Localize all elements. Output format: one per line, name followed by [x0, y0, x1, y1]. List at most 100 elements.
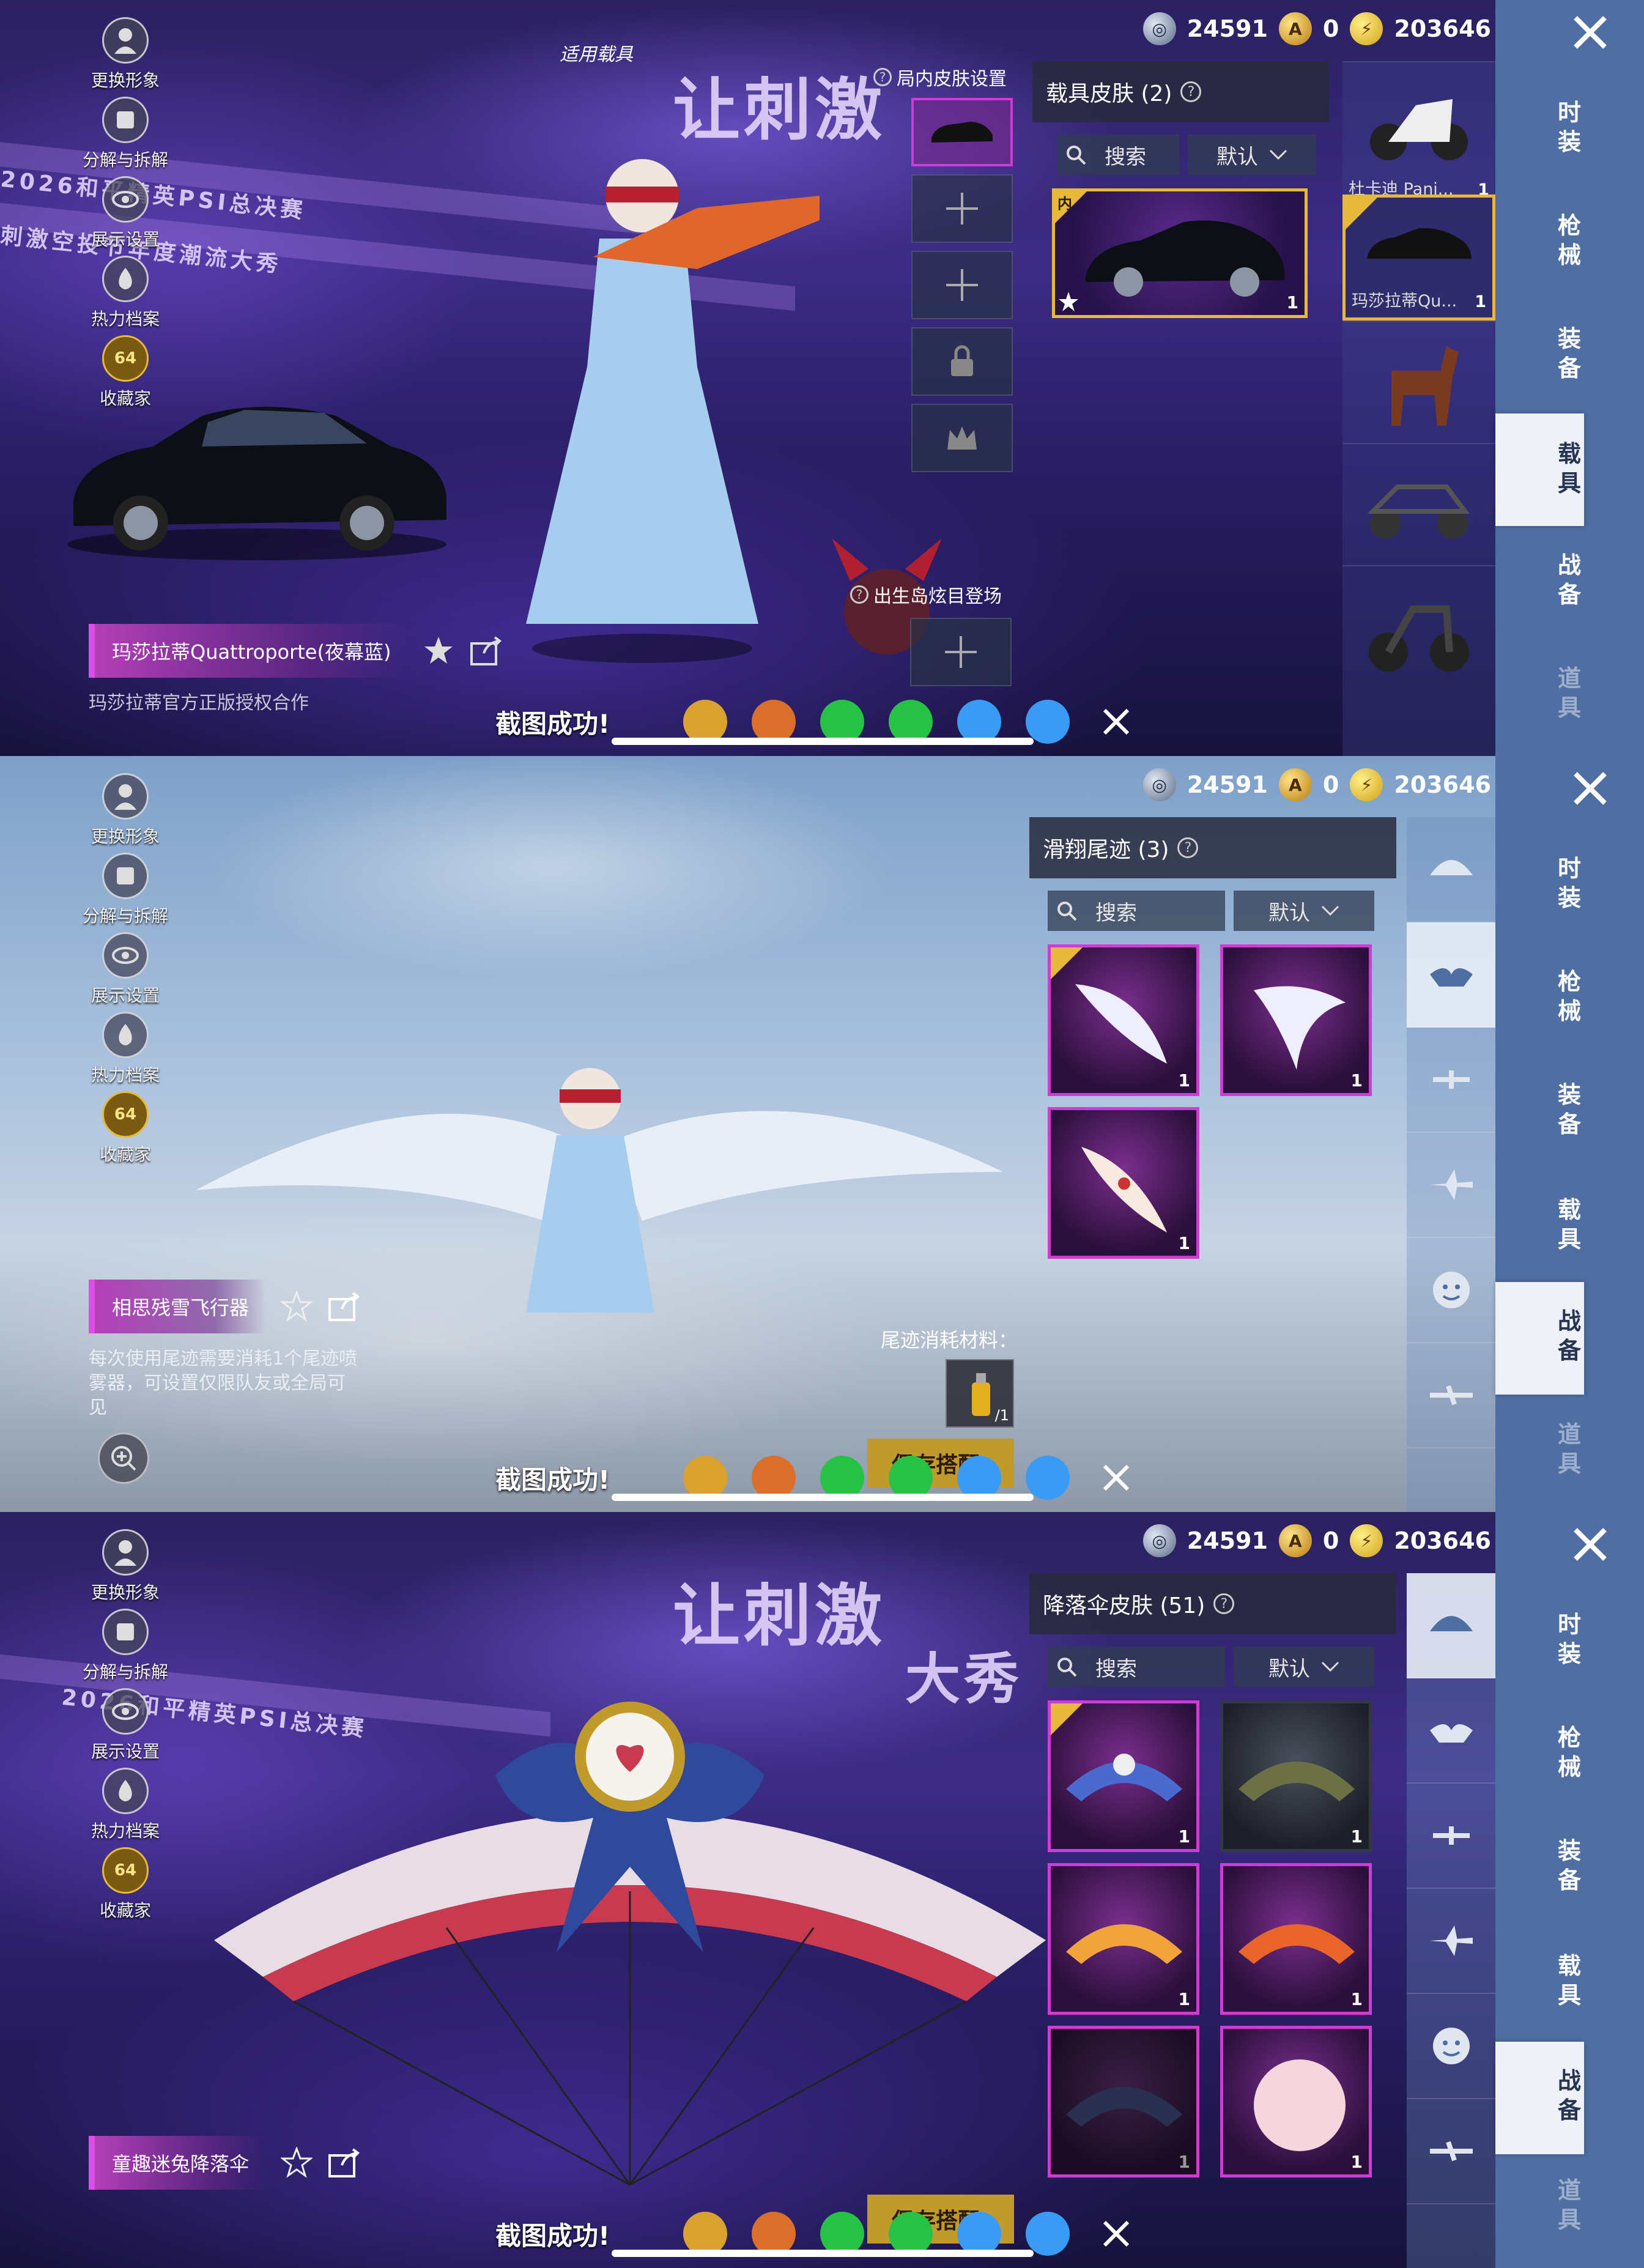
disassemble-button[interactable]: 分解与拆解 [67, 97, 183, 176]
category-drone[interactable] [1407, 1028, 1495, 1133]
close-share-button[interactable] [1094, 2212, 1138, 2256]
category-emote[interactable] [1407, 1994, 1495, 2099]
tab-vehicles[interactable]: 载具 [1553, 439, 1585, 498]
vehicle-skin-card[interactable]: 内 1 [1052, 188, 1308, 318]
help-icon[interactable]: ? [1180, 81, 1202, 102]
heat-profile-button[interactable]: 热力档案 [67, 1768, 183, 1847]
tab-props[interactable]: 道具 [1553, 1420, 1585, 1478]
category-plane[interactable] [1407, 1889, 1495, 1994]
tab-combat-gear[interactable]: 战备 [1553, 550, 1585, 609]
slot-locked[interactable] [911, 327, 1013, 396]
ingame-skin-settings-link[interactable]: ? 局内皮肤设置 [873, 64, 1007, 91]
display-settings-button[interactable]: 展示设置 [67, 176, 183, 256]
heat-profile-button[interactable]: 热力档案 [67, 1012, 183, 1091]
share-icon[interactable] [469, 635, 503, 667]
trail-card[interactable]: 1 [1048, 944, 1199, 1096]
tab-combat-gear[interactable]: 战备 [1553, 2066, 1585, 2125]
trail-card[interactable]: 1 [1220, 944, 1372, 1096]
collector-button[interactable]: 64 收藏家 [67, 1847, 183, 1927]
vehicle-skin-screen: 让刺激 2026和平精英PSI总决赛 刺激空投节年度潮流大秀 更换形象 分解与拆… [0, 0, 1644, 756]
category-emote[interactable] [1407, 1238, 1495, 1343]
display-settings-button[interactable]: 展示设置 [67, 1688, 183, 1768]
parachute-card[interactable]: 1 [1048, 2026, 1199, 2177]
search-input[interactable]: 搜索 [1048, 1647, 1225, 1687]
vehicle-motorbike[interactable]: 杜卡迪 Pani... 1 [1342, 61, 1495, 206]
trail-card[interactable]: 1 [1048, 1107, 1199, 1259]
category-drone[interactable] [1407, 1784, 1495, 1889]
qzone-icon[interactable] [1026, 1456, 1070, 1500]
category-parachute[interactable] [1407, 1573, 1495, 1678]
help-icon[interactable]: ? [1177, 837, 1199, 858]
change-avatar-button[interactable]: 更换形象 [67, 1529, 183, 1609]
category-plane[interactable] [1407, 1133, 1495, 1238]
tab-vehicles[interactable]: 载具 [1553, 1195, 1585, 1254]
tab-weapons[interactable]: 枪械 [1553, 967, 1585, 1026]
material-slot[interactable]: /1 [946, 1359, 1014, 1428]
close-button[interactable] [1567, 768, 1613, 809]
vehicle-dirtbike[interactable] [1342, 565, 1495, 687]
heat-profile-button[interactable]: 热力档案 [67, 256, 183, 335]
zoom-button[interactable] [98, 1432, 149, 1484]
category-aircraft[interactable] [1407, 2099, 1495, 2204]
qzone-icon[interactable] [1026, 700, 1070, 744]
star-icon[interactable] [423, 635, 454, 667]
category-glide-trail[interactable] [1407, 1678, 1495, 1784]
parachute-card[interactable]: 1 [1220, 1700, 1372, 1852]
star-icon[interactable] [281, 2147, 313, 2179]
sort-dropdown[interactable]: 默认 [1234, 891, 1374, 931]
qzone-icon[interactable] [1026, 2212, 1070, 2256]
star-icon[interactable] [281, 1291, 313, 1322]
close-share-button[interactable] [1094, 700, 1138, 744]
close-button[interactable] [1567, 12, 1613, 53]
share-icon[interactable] [327, 2147, 361, 2179]
parachute-card[interactable]: 1 [1048, 1863, 1199, 2015]
bolt-coin-icon: ⚡ [1350, 12, 1383, 45]
slot-entrance[interactable] [910, 618, 1012, 686]
change-avatar-button[interactable]: 更换形象 [67, 773, 183, 853]
category-parachute[interactable] [1407, 817, 1495, 922]
disassemble-button[interactable]: 分解与拆解 [67, 1609, 183, 1688]
slot-empty[interactable] [911, 174, 1013, 243]
search-input[interactable]: 搜索 [1048, 891, 1225, 931]
tab-fashion[interactable]: 时装 [1553, 98, 1585, 157]
parachute-card[interactable]: 1 [1048, 1700, 1199, 1852]
share-icon[interactable] [327, 1291, 361, 1322]
tab-equipment[interactable]: 装备 [1553, 1080, 1585, 1139]
close-button[interactable] [1567, 1524, 1613, 1565]
display-settings-button[interactable]: 展示设置 [67, 932, 183, 1012]
collector-button[interactable]: 64 收藏家 [67, 335, 183, 415]
category-aircraft[interactable] [1407, 1343, 1495, 1448]
tab-fashion[interactable]: 时装 [1553, 854, 1585, 913]
tab-props[interactable]: 道具 [1553, 664, 1585, 722]
vehicle-buggy[interactable] [1342, 443, 1495, 565]
slot-locked[interactable] [911, 404, 1013, 472]
list-title-text: 降落伞皮肤 (51) [1043, 1593, 1205, 1618]
tab-vehicles[interactable]: 载具 [1553, 1951, 1585, 2010]
disassemble-button[interactable]: 分解与拆解 [67, 853, 183, 932]
vehicle-horse[interactable] [1342, 321, 1495, 443]
category-glide-trail[interactable] [1407, 922, 1495, 1028]
parachute-thumb-icon [1239, 1762, 1355, 1801]
close-share-button[interactable] [1094, 1456, 1138, 1500]
sort-dropdown[interactable]: 默认 [1234, 1647, 1374, 1687]
help-icon[interactable]: ? [1213, 1593, 1235, 1614]
tab-equipment[interactable]: 装备 [1553, 1836, 1585, 1895]
sort-dropdown[interactable]: 默认 [1188, 135, 1316, 175]
parachute-card[interactable]: 1 [1220, 2026, 1372, 2177]
plus-icon [945, 636, 977, 668]
parachute-card[interactable]: 1 [1220, 1863, 1372, 2015]
tab-weapons[interactable]: 枪械 [1553, 1723, 1585, 1782]
slot-empty[interactable] [911, 251, 1013, 319]
tab-combat-gear[interactable]: 战备 [1553, 1306, 1585, 1365]
menu-label: 更换形象 [91, 70, 160, 91]
search-input[interactable]: 搜索 [1057, 135, 1179, 175]
tab-props[interactable]: 道具 [1553, 2176, 1585, 2234]
vehicle-car[interactable]: 玛莎拉蒂Qu... 1 [1342, 195, 1495, 321]
slot-car[interactable] [911, 98, 1013, 166]
spawn-entrance-link[interactable]: ? 出生岛炫目登场 [850, 581, 1002, 608]
collector-button[interactable]: 64 收藏家 [67, 1091, 183, 1171]
change-avatar-button[interactable]: 更换形象 [67, 17, 183, 97]
tab-weapons[interactable]: 枪械 [1553, 211, 1585, 270]
tab-equipment[interactable]: 装备 [1553, 324, 1585, 383]
tab-fashion[interactable]: 时装 [1553, 1610, 1585, 1669]
